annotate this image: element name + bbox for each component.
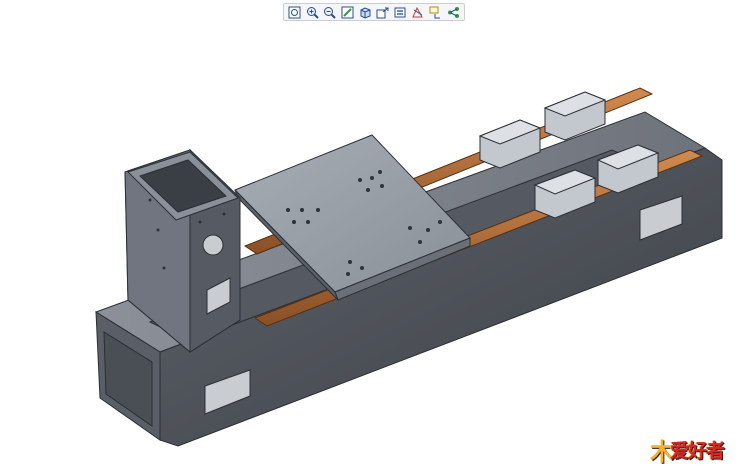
zoom-out-button[interactable] <box>321 4 339 20</box>
watermark-text: 爱好者 <box>670 440 725 462</box>
spin-center-icon <box>447 6 459 18</box>
watermark-logo: 木 爱好者 <box>650 432 746 466</box>
refit-button[interactable] <box>286 4 304 20</box>
layers-icon <box>394 7 406 17</box>
model-viewport[interactable] <box>0 24 750 469</box>
display-style-icon <box>360 6 371 19</box>
datum-display-icon <box>412 6 424 17</box>
annotation-display-button[interactable] <box>427 4 445 20</box>
linear-stage-model <box>94 87 723 447</box>
layers-button[interactable] <box>392 4 410 20</box>
zoom-in-button[interactable] <box>304 4 322 20</box>
refit-icon <box>288 6 301 18</box>
zoom-out-icon <box>324 6 337 19</box>
view-toolbar <box>283 3 465 21</box>
saved-views-icon <box>376 7 389 18</box>
repaint-button[interactable] <box>339 4 357 20</box>
saved-views-button[interactable] <box>374 4 392 20</box>
annotation-display-icon <box>429 6 441 18</box>
datum-display-button[interactable] <box>409 4 427 20</box>
display-style-button[interactable] <box>356 4 374 20</box>
spin-center-button[interactable] <box>444 4 462 20</box>
zoom-in-icon <box>306 6 319 19</box>
repaint-icon <box>341 6 354 18</box>
